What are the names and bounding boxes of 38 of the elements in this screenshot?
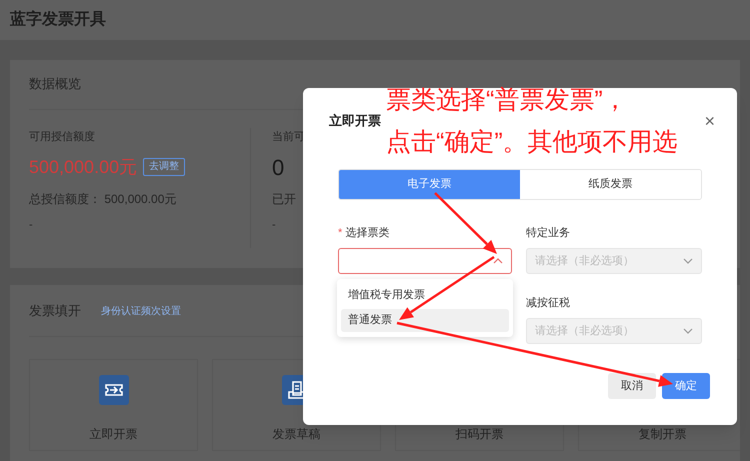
page-title: 蓝字发票开具 <box>10 9 106 30</box>
confirm-button[interactable]: 确定 <box>662 373 710 399</box>
placeholder-text: 请选择（非必选项） <box>535 324 634 339</box>
settings-link[interactable]: 身份认证频次设置 <box>101 304 181 318</box>
arrow <box>434 192 497 254</box>
chevron-down-icon <box>683 328 693 334</box>
field-label: 选择票类 <box>345 226 390 241</box>
select-field[interactable] <box>338 248 512 274</box>
stat-label: 可用授信额度 <box>29 130 96 145</box>
placeholder-text: 请选择（非必选项） <box>535 254 634 269</box>
chevron-down-icon <box>683 258 693 264</box>
close-button[interactable]: × <box>704 112 715 130</box>
dropdown-option[interactable]: 增值税专用发票 <box>341 284 509 307</box>
required-mark: * <box>338 226 342 241</box>
field-label: 减按征税 <box>526 296 570 311</box>
chevron-up-icon <box>493 258 503 264</box>
tile-label: 立即开票 <box>90 426 138 442</box>
stat-note: - <box>272 218 277 233</box>
field-label: 特定业务 <box>526 226 570 241</box>
tile-label: 发票草稿 <box>272 426 320 442</box>
ticket-icon <box>98 375 128 405</box>
section-title: 数据概览 <box>29 75 82 93</box>
dialog-title: 立即开票 <box>329 112 381 130</box>
annotation-text: 点击“确定”。其他项不用选 <box>386 127 678 158</box>
section-title: 发票填开 <box>29 302 81 320</box>
feature-tile[interactable]: 立即开票 <box>29 359 198 451</box>
stat-note: - <box>29 218 34 233</box>
stat-detail: 总授信额度： 500,000.00元 <box>29 191 178 208</box>
tab[interactable]: 电子发票 <box>339 170 520 199</box>
stat-value: 0 <box>272 154 284 182</box>
dropdown-option[interactable]: 普通发票 <box>341 309 509 332</box>
stat-detail: 已开 <box>272 191 297 208</box>
annotation-text: 票类选择“普票发票”， <box>386 85 629 116</box>
tile-label: 扫码开票 <box>456 426 504 442</box>
stat-value: 500,000.00元 <box>29 156 138 178</box>
adjust-button[interactable]: 去调整 <box>143 158 186 176</box>
cancel-button[interactable]: 取消 <box>608 373 656 399</box>
tile-label: 复制开票 <box>638 426 686 442</box>
